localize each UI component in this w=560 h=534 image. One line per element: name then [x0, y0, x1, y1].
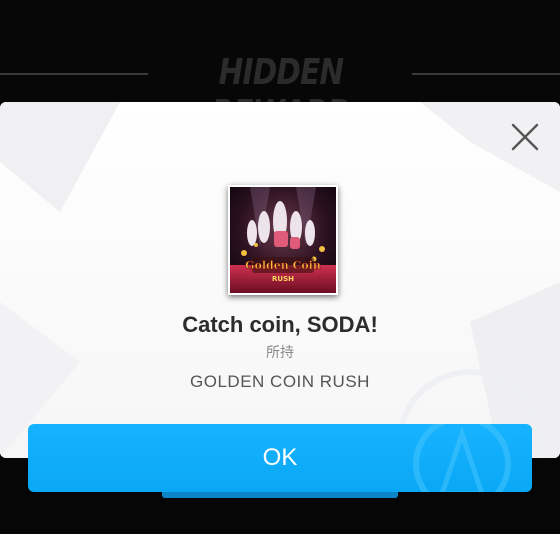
- close-icon: [511, 123, 539, 151]
- ok-button-pattern: [413, 424, 511, 492]
- jacket-logo-subtext: RUSH: [272, 275, 294, 283]
- reward-name: GOLDEN COIN RUSH: [190, 372, 370, 391]
- reward-modal: Golden Coin RUSH Catch coin, SODA! 所持 GO…: [0, 102, 560, 458]
- screen: HIDDEN REWARD: [0, 0, 560, 534]
- jacket-artwork: Golden Coin RUSH: [230, 187, 336, 293]
- jacket-logo-text: Golden Coin: [245, 259, 321, 272]
- close-button[interactable]: [510, 122, 540, 152]
- song-title: Catch coin, SODA!: [182, 312, 378, 337]
- header-bar: HIDDEN REWARD: [0, 0, 560, 134]
- owned-label: 所持: [266, 345, 294, 361]
- ok-button-label: OK: [262, 444, 298, 471]
- ok-button[interactable]: OK: [28, 424, 532, 492]
- song-jacket-image: Golden Coin RUSH: [228, 185, 338, 295]
- header-divider-right: [412, 73, 560, 75]
- header-divider-left: [0, 73, 148, 75]
